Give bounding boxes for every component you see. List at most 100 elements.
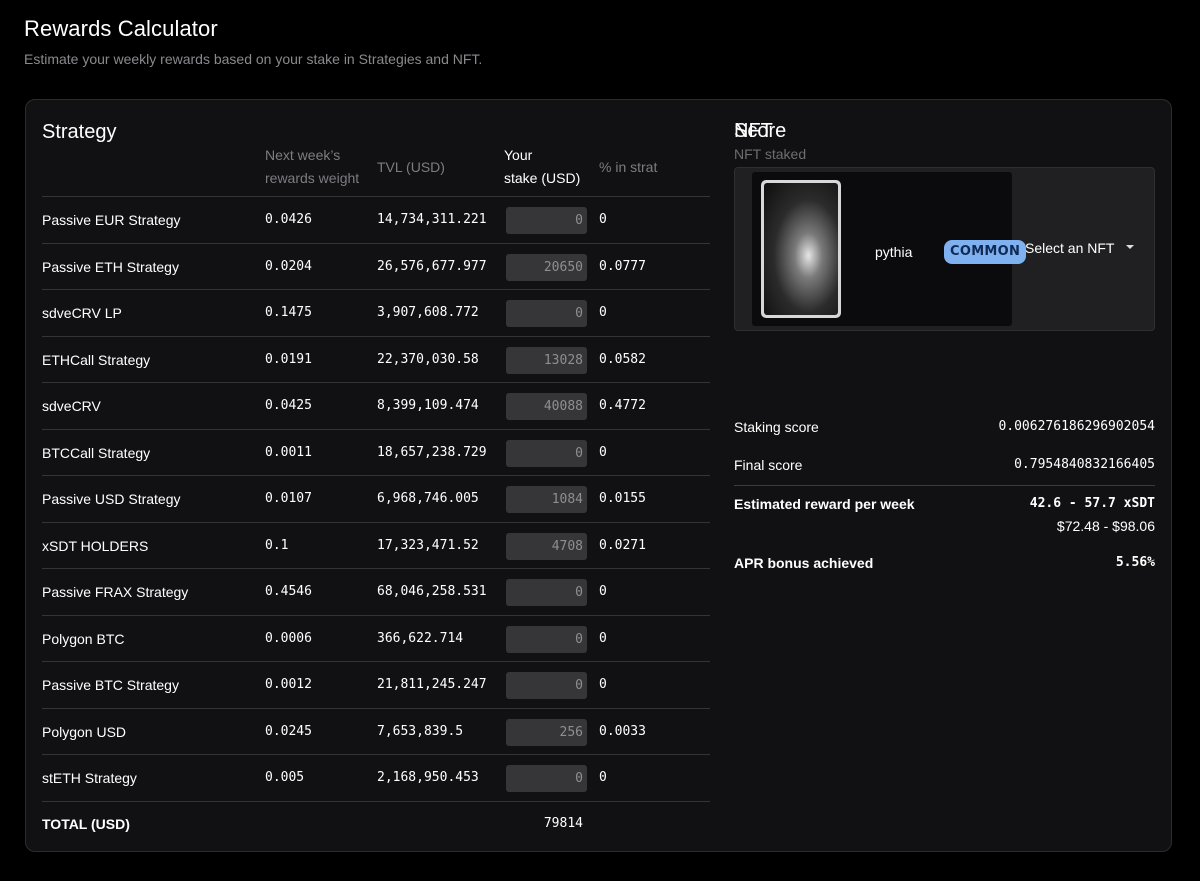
rewards-weight: 0.0204 [265,258,312,274]
final-score-label: Final score [734,457,803,473]
table-row: sdveCRV LP 0.1475 3,907,608.772 0 0 [42,289,710,336]
nft-card-image [761,180,841,318]
strategy-name: xSDT HOLDERS [42,537,149,554]
table-row: sdveCRV 0.0425 8,399,109.474 40088 0.4772 [42,382,710,429]
table-row: ETHCall Strategy 0.0191 22,370,030.58 13028… [42,335,710,383]
stake-input[interactable]: 0 [506,672,587,699]
pct-in-strat: 0 [599,305,607,320]
stake-input[interactable]: 4708 [506,532,587,560]
col-header-weight-line2: rewards weight [265,170,360,186]
table-row: Passive ETH Strategy 0.0204 26,576,677.977… [42,242,710,290]
tvl-value: 21,811,245.247 [377,677,487,692]
tvl-value: 14,734,311.221 [377,212,487,227]
tvl-value: 8,399,109.474 [377,398,479,413]
total-value: 79814 [543,815,583,831]
rewards-weight: 0.005 [265,770,305,785]
nft-select-dropdown[interactable]: Select an NFT [1025,240,1114,256]
pct-in-strat: 0 [599,584,607,599]
rewards-weight: 0.0191 [265,351,312,367]
stake-input[interactable]: 0 [506,207,587,234]
pct-in-strat: 0 [599,630,607,646]
table-row: Passive USD Strategy 0.0107 6,968,746.005 1… [42,475,710,522]
tvl-value: 22,370,030.58 [377,351,479,367]
rewards-weight: 0.0245 [265,723,312,739]
pct-in-strat: 0 [599,212,607,227]
strategy-name: sdveCRV [42,398,101,414]
stake-input[interactable]: 0 [506,439,587,467]
strategy-name: Passive BTC Strategy [42,677,179,693]
stake-input[interactable]: 13028 [506,346,587,374]
strategy-name: Passive ETH Strategy [42,258,179,275]
pct-in-strat: 0 [599,770,607,785]
rewards-weight: 0.0425 [265,398,312,413]
strategy-name: Polygon USD [42,723,127,740]
stake-input[interactable]: 0 [506,765,587,792]
col-header-stake: Your stake (USD) [504,144,580,190]
col-header-weight-line1: Next week’s [265,147,341,163]
table-row: Passive FRAX Strategy 0.4546 68,046,258.53… [42,568,710,615]
rarity-badge: COMMON [944,240,1027,264]
col-header-stake-line1: Your [504,147,533,163]
nft-name: pythia [875,244,913,260]
stake-input[interactable]: 0 [506,300,587,327]
table-row: xSDT HOLDERS 0.1 17,323,471.52 4708 0.0271 [42,521,710,569]
apr-value: 5.56% [1115,555,1155,570]
apr-label: APR bonus achieved [734,555,874,571]
tvl-value: 7,653,839.5 [377,723,464,739]
stake-input[interactable]: 20650 [506,253,587,281]
page-subtitle: Estimate your weekly rewards based on yo… [24,51,483,67]
pct-in-strat: 0.0582 [599,351,646,367]
rewards-weight: 0.0006 [265,630,312,646]
stake-input[interactable]: 256 [506,718,587,746]
col-header-weight: Next week’s rewards weight [265,144,359,190]
tvl-value: 3,907,608.772 [377,305,479,320]
stake-input[interactable]: 0 [506,625,587,653]
reward-label: Estimated reward per week [734,496,915,512]
tvl-value: 366,622.714 [377,630,464,646]
col-header-pct: % in strat [599,159,658,175]
pct-in-strat: 0 [599,444,607,460]
rewards-weight: 0.0012 [265,677,312,692]
tvl-value: 68,046,258.531 [377,584,487,599]
total-row: TOTAL (USD) 79814 [42,800,710,847]
total-label: TOTAL (USD) [42,815,130,832]
col-header-tvl: TVL (USD) [377,159,445,175]
nft-preview[interactable]: pythia COMMON [752,172,1027,326]
table-row: Polygon BTC 0.0006 366,622.714 0 0 [42,614,710,662]
page-title: Rewards Calculator [24,16,218,41]
reward-value: 42.6 - 57.7 xSDT [1029,496,1155,511]
nft-card-art-icon [764,183,838,315]
staking-score-label: Staking score [734,419,819,435]
tvl-value: 26,576,677.977 [377,258,487,274]
nft-subtitle: NFT staked [734,146,807,162]
final-score-value: 0.7954840832166405 [1014,457,1155,472]
rewards-weight: 0.4546 [265,584,312,599]
table-row: Passive BTC Strategy 0.0012 21,811,245.247… [42,661,710,708]
score-title: Score [734,120,787,142]
rewards-weight: 0.1 [265,537,289,553]
stake-input[interactable]: 1084 [506,486,587,513]
rewards-weight: 0.0426 [265,212,312,227]
stake-input[interactable]: 0 [506,579,587,606]
rewards-weight: 0.0107 [265,491,312,506]
pct-in-strat: 0.0777 [599,258,646,274]
table-row: Polygon USD 0.0245 7,653,839.5 256 0.0033 [42,707,710,755]
staking-score-value: 0.006276186296902054 [998,419,1155,434]
strategy-name: ETHCall Strategy [42,351,151,368]
rewards-weight: 0.0011 [265,444,312,460]
strategy-title: Strategy [42,121,117,143]
pct-in-strat: 0 [599,677,607,692]
tvl-value: 2,168,950.453 [377,770,479,785]
page-header: Rewards Calculator Estimate your weekly … [24,16,482,67]
strategy-name: sdveCRV LP [42,305,122,321]
reward-usd-value: $72.48 - $98.06 [1056,518,1155,534]
pct-in-strat: 0.0155 [599,491,646,506]
chevron-down-icon[interactable] [1126,245,1134,249]
strategy-table-body: Passive EUR Strategy 0.0426 14,734,311.221… [42,196,710,847]
strategy-name: Passive FRAX Strategy [42,584,189,600]
tvl-value: 18,657,238.729 [377,444,487,460]
table-row: BTCCall Strategy 0.0011 18,657,238.729 0 0 [42,428,710,476]
strategy-name: stETH Strategy [42,770,137,786]
stake-input[interactable]: 40088 [506,393,587,420]
pct-in-strat: 0.4772 [599,398,646,413]
